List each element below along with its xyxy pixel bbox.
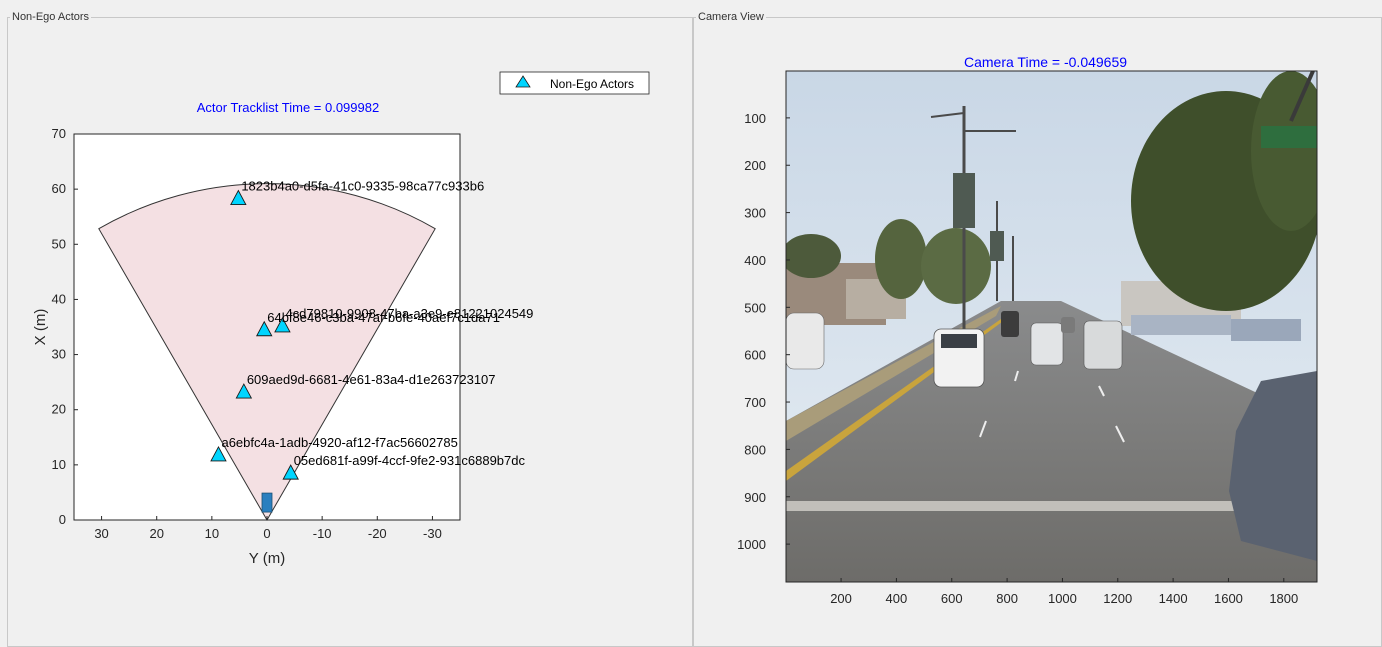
actor-label: 609aed9d-6681-4e61-83a4-d1e263723107 bbox=[247, 372, 496, 387]
camera-view-panel: Camera View Camera Time = -0.049659 200 … bbox=[693, 10, 1382, 647]
cam-y-tick-label: 300 bbox=[744, 206, 766, 221]
cam-x-tick-label: 1200 bbox=[1103, 591, 1132, 606]
y-tick-label: 60 bbox=[52, 181, 66, 196]
x-tick-label: 10 bbox=[205, 526, 219, 541]
legend[interactable]: Non-Ego Actors bbox=[499, 71, 650, 95]
y-tick-label: 50 bbox=[52, 236, 66, 251]
actor-label: 05ed681f-a99f-4ccf-9fe2-931c6889b7dc bbox=[294, 453, 526, 468]
camera-image bbox=[786, 71, 1317, 582]
x-tick-label: 20 bbox=[149, 526, 163, 541]
y-axis-label: X (m) bbox=[32, 309, 49, 346]
cam-y-tick-label: 600 bbox=[744, 348, 766, 363]
cam-x-tick-label: 200 bbox=[830, 591, 852, 606]
actor-label: 1823b4a0-d5fa-41c0-9335-98ca77c933b6 bbox=[241, 179, 484, 194]
cam-x-tick-label: 1600 bbox=[1214, 591, 1243, 606]
cam-y-tick-label: 900 bbox=[744, 490, 766, 505]
x-tick-label: 0 bbox=[263, 526, 270, 541]
y-tick-label: 0 bbox=[59, 512, 66, 527]
cam-y-tick-label: 800 bbox=[744, 442, 766, 457]
actor-label: 64bf8e46-c3ba-47af-b6fe-40aef7c1da71 bbox=[267, 310, 500, 325]
cam-y-tick-label: 400 bbox=[744, 253, 766, 268]
y-tick-label: 30 bbox=[52, 347, 66, 362]
cam-x-tick-label: 1800 bbox=[1269, 591, 1298, 606]
non-ego-actors-panel: Non-Ego Actors 30 20 10 0 -10 -20 -30 0 10 20 30 40… bbox=[7, 10, 693, 647]
x-tick-label: -30 bbox=[423, 526, 442, 541]
cam-y-tick-label: 100 bbox=[744, 111, 766, 126]
x-axis-label: Y (m) bbox=[249, 550, 285, 567]
cam-x-tick-label: 1400 bbox=[1159, 591, 1188, 606]
y-tick-label: 20 bbox=[52, 402, 66, 417]
cam-y-tick-label: 1000 bbox=[737, 537, 766, 552]
cam-y-tick-label: 500 bbox=[744, 300, 766, 315]
cam-x-tick-label: 1000 bbox=[1048, 591, 1077, 606]
actor-plot: 30 20 10 0 -10 -20 -30 0 10 20 30 40 50 60 70 1823b4a0… bbox=[32, 71, 650, 567]
cam-x-tick-label: 400 bbox=[886, 591, 908, 606]
y-tick-label: 10 bbox=[52, 457, 66, 472]
x-tick-label: -10 bbox=[313, 526, 332, 541]
y-tick-label: 40 bbox=[52, 291, 66, 306]
x-tick-label: -20 bbox=[368, 526, 387, 541]
plot-title: Actor Tracklist Time = 0.099982 bbox=[197, 100, 379, 115]
y-tick-label: 70 bbox=[52, 126, 66, 141]
cam-x-tick-label: 600 bbox=[941, 591, 963, 606]
x-tick-label: 30 bbox=[94, 526, 108, 541]
camera-plot: 200 400 600 800 1000 1200 1400 1600 1800 100 200 30… bbox=[737, 70, 1318, 606]
actor-label: a6ebfc4a-1adb-4920-af12-f7ac56602785 bbox=[221, 435, 457, 450]
ego-vehicle-marker bbox=[261, 492, 273, 513]
cam-x-tick-label: 800 bbox=[996, 591, 1018, 606]
legend-label: Non-Ego Actors bbox=[550, 77, 634, 91]
cam-y-tick-label: 700 bbox=[744, 395, 766, 410]
cam-y-tick-label: 200 bbox=[744, 158, 766, 173]
